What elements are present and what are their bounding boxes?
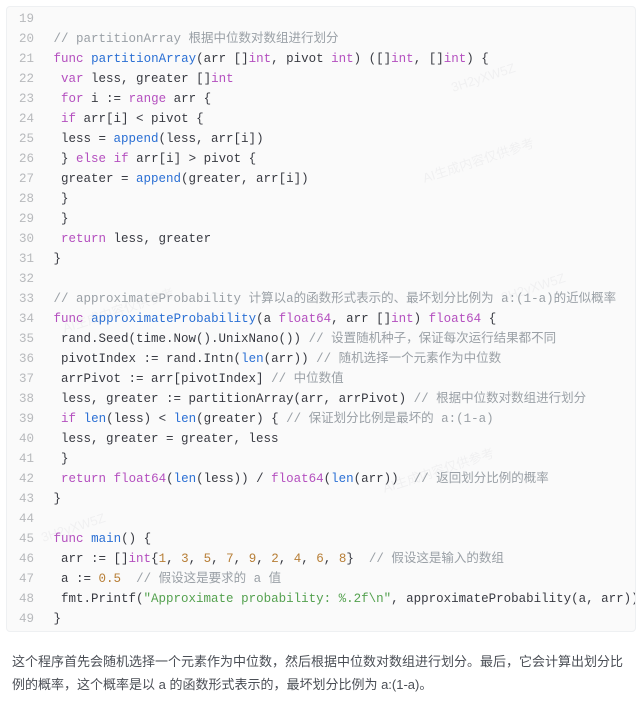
- code-line: // approximateProbability 计算以a的函数形式表示的、最…: [42, 289, 635, 309]
- line-number: 21: [7, 49, 42, 69]
- explanation-text: 这个程序首先会随机选择一个元素作为中位数，然后根据中位数对数组进行划分。最后，它…: [6, 632, 636, 709]
- line-number: 40: [7, 429, 42, 449]
- line-number: 25: [7, 129, 42, 149]
- code-line: return float64(len(less)) / float64(len(…: [42, 469, 635, 489]
- line-number: 19: [7, 9, 42, 29]
- code-line: greater = append(greater, arr[i]): [42, 169, 635, 189]
- code-line: }: [42, 209, 635, 229]
- line-number: 36: [7, 349, 42, 369]
- line-number: 28: [7, 189, 42, 209]
- line-number: 29: [7, 209, 42, 229]
- code-content[interactable]: // partitionArray 根据中位数对数组进行划分 func part…: [42, 7, 635, 631]
- code-line: }: [42, 609, 635, 629]
- code-line: func main() {: [42, 529, 635, 549]
- line-number: 22: [7, 69, 42, 89]
- line-number: 26: [7, 149, 42, 169]
- code-line: }: [42, 449, 635, 469]
- code-line: for i := range arr {: [42, 89, 635, 109]
- code-line: var less, greater []int: [42, 69, 635, 89]
- line-number: 24: [7, 109, 42, 129]
- code-line: less, greater := partitionArray(arr, arr…: [42, 389, 635, 409]
- code-line: [42, 269, 635, 289]
- code-line: [42, 9, 635, 29]
- line-number: 30: [7, 229, 42, 249]
- line-number: 23: [7, 89, 42, 109]
- line-number: 46: [7, 549, 42, 569]
- code-block: 1920212223242526272829303132333435363738…: [6, 6, 636, 632]
- line-number: 44: [7, 509, 42, 529]
- code-line: } else if arr[i] > pivot {: [42, 149, 635, 169]
- line-number: 38: [7, 389, 42, 409]
- code-line: pivotIndex := rand.Intn(len(arr)) // 随机选…: [42, 349, 635, 369]
- line-number: 32: [7, 269, 42, 289]
- code-line: }: [42, 189, 635, 209]
- line-number: 47: [7, 569, 42, 589]
- code-line: }: [42, 249, 635, 269]
- line-number: 37: [7, 369, 42, 389]
- line-number: 34: [7, 309, 42, 329]
- line-number: 43: [7, 489, 42, 509]
- code-line: rand.Seed(time.Now().UnixNano()) // 设置随机…: [42, 329, 635, 349]
- line-number: 27: [7, 169, 42, 189]
- line-number: 41: [7, 449, 42, 469]
- line-number-gutter: 1920212223242526272829303132333435363738…: [7, 7, 42, 631]
- code-line: less = append(less, arr[i]): [42, 129, 635, 149]
- code-line: arr := []int{1, 3, 5, 7, 9, 2, 4, 6, 8} …: [42, 549, 635, 569]
- line-number: 39: [7, 409, 42, 429]
- line-number: 35: [7, 329, 42, 349]
- code-line: func partitionArray(arr []int, pivot int…: [42, 49, 635, 69]
- code-line: fmt.Printf("Approximate probability: %.2…: [42, 589, 635, 609]
- code-line: if arr[i] < pivot {: [42, 109, 635, 129]
- line-number: 33: [7, 289, 42, 309]
- line-number: 31: [7, 249, 42, 269]
- line-number: 45: [7, 529, 42, 549]
- code-line: arrPivot := arr[pivotIndex] // 中位数值: [42, 369, 635, 389]
- code-line: less, greater = greater, less: [42, 429, 635, 449]
- line-number: 20: [7, 29, 42, 49]
- code-line: a := 0.5 // 假设这是要求的 a 值: [42, 569, 635, 589]
- line-number: 48: [7, 589, 42, 609]
- code-line: if len(less) < len(greater) { // 保证划分比例是…: [42, 409, 635, 429]
- code-line: // partitionArray 根据中位数对数组进行划分: [42, 29, 635, 49]
- code-line: func approximateProbability(a float64, a…: [42, 309, 635, 329]
- line-number: 42: [7, 469, 42, 489]
- line-number: 49: [7, 609, 42, 629]
- code-line: [42, 509, 635, 529]
- code-line: }: [42, 489, 635, 509]
- code-line: return less, greater: [42, 229, 635, 249]
